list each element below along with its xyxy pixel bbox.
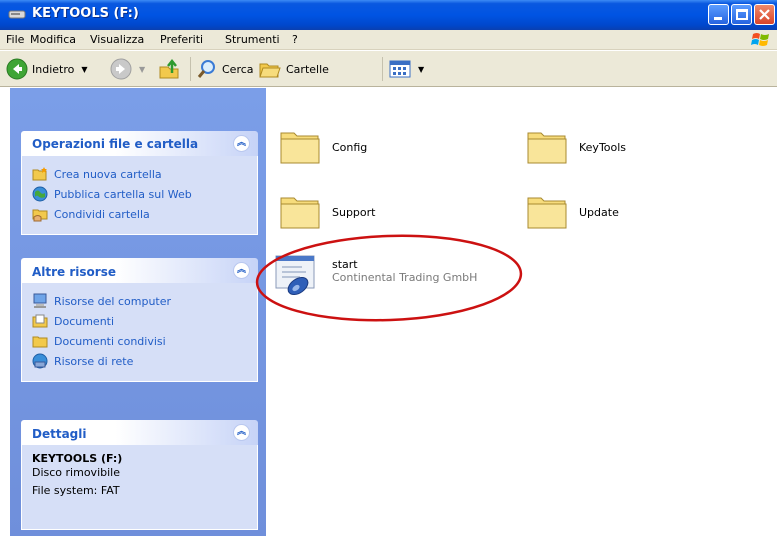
menu-visualizza[interactable]: Visualizza	[90, 33, 144, 46]
task-label: Crea nuova cartella	[54, 167, 162, 181]
search-icon	[197, 60, 215, 78]
file-tasks-group: Operazioni file e cartella ︽ Crea nuova …	[21, 131, 258, 235]
details-header[interactable]: Dettagli ︽	[21, 420, 258, 445]
place-label: Documenti	[54, 314, 115, 328]
task-share-folder[interactable]: Condividi cartella	[32, 204, 247, 224]
file-tasks-header[interactable]: Operazioni file e cartella ︽	[21, 131, 258, 156]
back-label: Indietro	[32, 62, 75, 76]
documents-icon	[32, 314, 48, 328]
place-shared-documents[interactable]: Documenti condivisi	[32, 331, 247, 351]
file-name: Update	[579, 205, 619, 219]
toolbar: Indietro ▼ ▼ Cerca Cartelle ▼	[0, 51, 777, 87]
task-pane: Operazioni file e cartella ︽ Crea nuova …	[10, 88, 266, 536]
details-group: Dettagli ︽ KEYTOOLS (F:) Disco rimovibil…	[21, 420, 258, 530]
details-type: Disco rimovibile	[32, 466, 120, 479]
forward-button[interactable]: ▼	[110, 56, 145, 82]
window-title: KEYTOOLS (F:)	[32, 6, 139, 21]
place-label: Risorse del computer	[54, 294, 172, 308]
network-places-icon	[32, 353, 48, 369]
forward-arrow-icon	[110, 58, 132, 80]
folders-label: Cartelle	[286, 62, 329, 76]
close-button[interactable]	[754, 4, 775, 25]
file-item-support[interactable]: Support	[278, 192, 375, 232]
task-new-folder[interactable]: Crea nuova cartella	[32, 164, 247, 184]
file-name: Config	[332, 140, 368, 154]
back-arrow-icon	[6, 58, 28, 80]
task-publish-web[interactable]: Pubblica cartella sul Web	[32, 184, 247, 204]
minimize-button[interactable]	[708, 4, 729, 25]
details-filesystem: File system: FAT	[32, 484, 120, 497]
up-folder-button[interactable]	[158, 56, 182, 82]
share-folder-icon	[32, 209, 48, 222]
title-bar[interactable]: KEYTOOLS (F:)	[0, 0, 777, 30]
file-list: Config KeyTools Support Update start Con…	[255, 88, 777, 536]
other-places-title: Altre risorse	[32, 265, 116, 279]
details-title: Dettagli	[32, 427, 87, 441]
place-label: Documenti condivisi	[54, 334, 166, 348]
menu-modifica[interactable]: Modifica	[30, 33, 76, 46]
shared-documents-icon	[32, 336, 48, 348]
folders-icon	[259, 63, 281, 78]
views-icon	[389, 60, 411, 78]
menu-bar: File Modifica Visualizza Preferiti Strum…	[0, 30, 777, 50]
file-item-update[interactable]: Update	[525, 192, 619, 232]
place-label: Risorse di rete	[54, 354, 134, 368]
removable-drive-icon	[8, 10, 26, 19]
file-name: KeyTools	[579, 140, 627, 154]
views-button[interactable]: ▼	[389, 56, 424, 82]
file-tasks-title: Operazioni file e cartella	[32, 137, 199, 151]
my-computer-icon	[33, 293, 47, 308]
file-item-keytools[interactable]: KeyTools	[525, 127, 626, 167]
chevron-down-icon[interactable]: ▼	[418, 65, 424, 74]
new-folder-icon	[32, 167, 47, 181]
search-label: Cerca	[222, 62, 254, 76]
task-label: Pubblica cartella sul Web	[54, 187, 192, 201]
menu-file[interactable]: File	[6, 33, 24, 46]
maximize-button[interactable]	[731, 4, 752, 25]
collapse-icon[interactable]: ︽	[233, 424, 250, 441]
folders-button[interactable]: Cartelle	[258, 56, 329, 82]
publish-web-icon	[32, 186, 48, 202]
menu-strumenti[interactable]: Strumenti	[225, 33, 280, 46]
place-network[interactable]: Risorse di rete	[32, 351, 247, 371]
close-icon	[759, 9, 770, 20]
file-name: Support	[332, 205, 376, 219]
windows-logo-icon	[751, 33, 769, 46]
search-button[interactable]: Cerca	[196, 56, 254, 82]
chevron-down-icon[interactable]: ▼	[139, 65, 145, 74]
folder-icon	[280, 197, 320, 229]
back-button[interactable]: Indietro ▼	[6, 56, 88, 82]
other-places-group: Altre risorse ︽ Risorse del computer Doc…	[21, 258, 258, 382]
chevron-down-icon[interactable]: ▼	[81, 65, 87, 74]
details-name: KEYTOOLS (F:)	[32, 452, 123, 465]
window-left-border	[0, 88, 10, 536]
menu-help[interactable]: ?	[292, 33, 298, 46]
highlight-ellipse	[255, 234, 523, 322]
menu-preferiti[interactable]: Preferiti	[160, 33, 203, 46]
up-folder-icon	[159, 58, 179, 79]
task-label: Condividi cartella	[54, 207, 150, 221]
folder-icon	[280, 132, 320, 164]
place-documents[interactable]: Documenti	[32, 311, 247, 331]
folder-icon	[527, 197, 567, 229]
other-places-header[interactable]: Altre risorse ︽	[21, 258, 258, 283]
folder-icon	[527, 132, 567, 164]
place-my-computer[interactable]: Risorse del computer	[32, 291, 247, 311]
file-item-config[interactable]: Config	[278, 127, 367, 167]
collapse-icon[interactable]: ︽	[233, 135, 250, 152]
